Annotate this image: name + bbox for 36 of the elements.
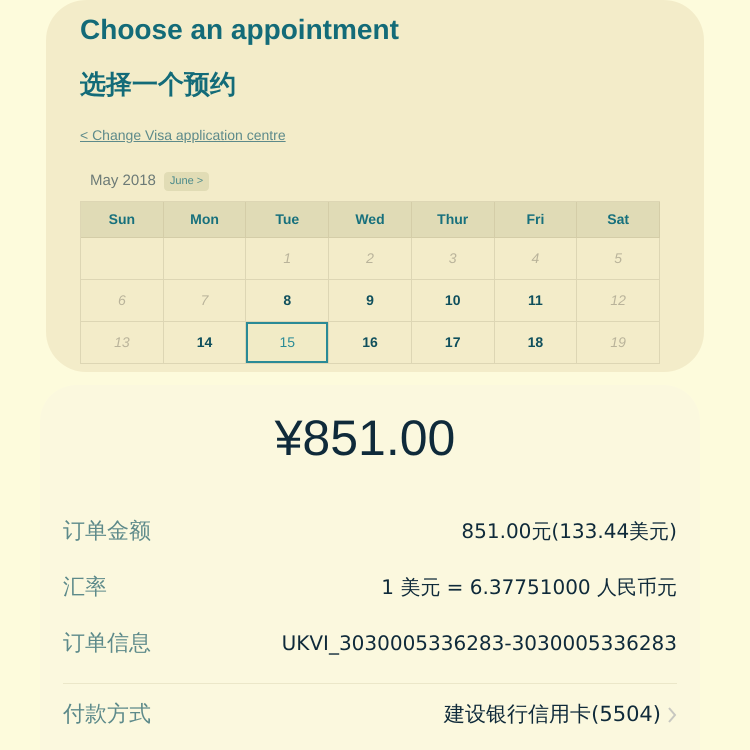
calendar-day[interactable]: 17 — [412, 322, 495, 364]
calendar-day: 3 — [412, 238, 495, 280]
row-value: 1 美元 = 6.37751000 人民币元 — [381, 574, 677, 601]
payment-amount: ¥851.00 — [274, 409, 456, 468]
page-title-chinese: 选择一个预约 — [80, 69, 237, 102]
calendar-day: 13 — [81, 322, 164, 364]
weekday-header: Sun — [81, 202, 164, 238]
row-value: UKVI_3030005336283-3030005336283 — [282, 630, 677, 657]
calendar-day[interactable]: 18 — [494, 322, 578, 364]
weekday-header: Sat — [577, 202, 660, 238]
row-label: 订单信息 — [63, 630, 151, 658]
month-label: May 2018 — [90, 171, 156, 191]
page-title: Choose an appointment — [80, 13, 400, 47]
row-label: 订单金额 — [63, 518, 151, 546]
calendar-day[interactable]: 10 — [412, 280, 495, 322]
calendar-day[interactable]: 11 — [494, 280, 578, 322]
row-label: 汇率 — [63, 574, 107, 602]
weekday-header: Fri — [494, 202, 578, 238]
calendar-day: 4 — [494, 238, 578, 280]
calendar-day: 19 — [577, 322, 660, 364]
weekday-header: Thur — [412, 202, 495, 238]
calendar-day: 6 — [81, 280, 164, 322]
calendar-day: 7 — [164, 280, 246, 322]
row-value[interactable]: 建设银行信用卡(5504) — [444, 698, 661, 730]
row-value: 851.00元(133.44美元) — [461, 518, 677, 545]
weekday-header: Wed — [329, 202, 412, 238]
calendar-day: 12 — [577, 280, 660, 322]
calendar-day: 5 — [577, 238, 660, 280]
calendar-day[interactable]: 16 — [329, 322, 412, 364]
calendar-day: 1 — [246, 238, 330, 280]
calendar-day[interactable]: 9 — [329, 280, 412, 322]
chevron-icon — [667, 706, 677, 724]
calendar-day: 2 — [329, 238, 412, 280]
weekday-header: Tue — [246, 202, 330, 238]
weekday-header: Mon — [164, 202, 246, 238]
row-label: 付款方式 — [63, 701, 151, 729]
